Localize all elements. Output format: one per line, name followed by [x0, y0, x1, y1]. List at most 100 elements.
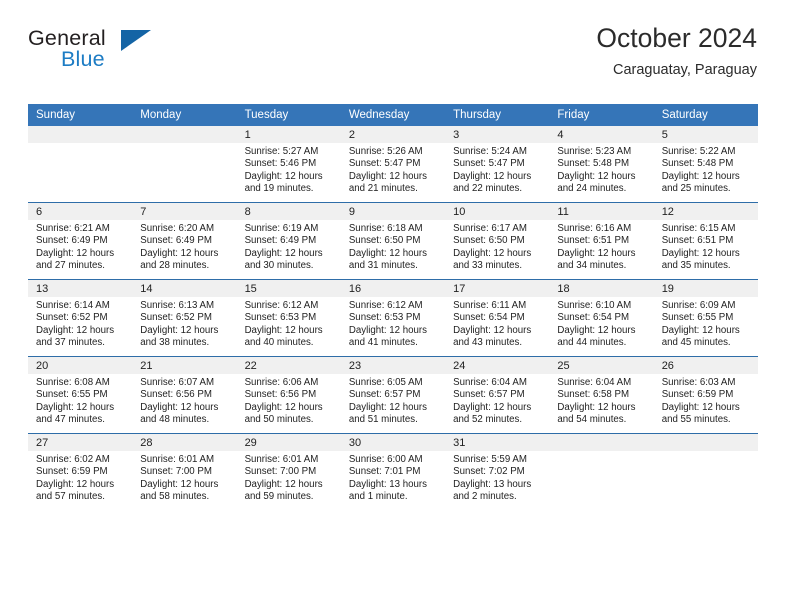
weekday-header-wednesday: Wednesday: [340, 104, 446, 126]
daylight-duration-line2: and 37 minutes.: [36, 336, 105, 348]
daylight-duration-line1: Daylight: 12 hours: [36, 324, 115, 336]
day-details: Sunrise: 6:17 AM Sunset: 6:50 PM Daylight:…: [445, 220, 549, 272]
daylight-duration-line2: and 38 minutes.: [140, 336, 210, 348]
daylight-duration-line2: and 24 minutes.: [557, 182, 627, 194]
calendar-day-cell[interactable]: 27 Sunrise: 6:02 AM Sunset: 6:59 PM Dayligh…: [28, 433, 133, 510]
sunrise-time: Sunrise: 6:18 AM: [348, 223, 423, 234]
logo[interactable]: General Blue: [28, 26, 158, 82]
day-cell-inner: 18 Sunrise: 6:10 AM Sunset: 6:54 PM Dayligh…: [549, 280, 654, 356]
daylight-duration-line1: Daylight: 12 hours: [557, 401, 636, 413]
weekday-header-monday: Monday: [132, 104, 237, 126]
calendar-day-cell[interactable]: 11 Sunrise: 6:16 AM Sunset: 6:51 PM Dayligh…: [549, 202, 654, 280]
day-details: Sunrise: 6:15 AM Sunset: 6:51 PM Daylight:…: [654, 220, 758, 272]
logo-text-blue: Blue: [61, 47, 105, 71]
calendar-day-cell[interactable]: 22 Sunrise: 6:06 AM Sunset: 6:56 PM Dayligh…: [236, 356, 341, 434]
calendar-day-cell[interactable]: 25 Sunrise: 6:04 AM Sunset: 6:58 PM Dayligh…: [549, 356, 654, 434]
daylight-duration-line2: and 54 minutes.: [557, 413, 627, 425]
day-number: 27: [28, 434, 133, 451]
daylight-duration-line1: Daylight: 12 hours: [244, 478, 323, 490]
calendar-day-cell[interactable]: 7 Sunrise: 6:20 AM Sunset: 6:49 PM Daylight…: [132, 202, 237, 280]
daylight-duration-line1: Daylight: 13 hours: [348, 478, 427, 490]
sunset-time: Sunset: 7:00 PM: [244, 466, 317, 478]
calendar-day-cell[interactable]: 15 Sunrise: 6:12 AM Sunset: 6:53 PM Dayligh…: [236, 279, 341, 357]
day-number: 16: [340, 280, 446, 297]
calendar-day-cell[interactable]: 13 Sunrise: 6:14 AM Sunset: 6:52 PM Dayligh…: [28, 279, 133, 357]
sunrise-time: Sunrise: 6:05 AM: [348, 377, 423, 388]
day-details: Sunrise: 6:16 AM Sunset: 6:51 PM Daylight:…: [549, 220, 653, 272]
day-details: Sunrise: 6:03 AM Sunset: 6:59 PM Daylight:…: [654, 374, 758, 426]
day-number: 28: [132, 434, 237, 451]
daylight-duration-line2: and 40 minutes.: [244, 336, 314, 348]
calendar-day-cell[interactable]: 9 Sunrise: 6:18 AM Sunset: 6:50 PM Daylight…: [340, 202, 446, 280]
daylight-duration-line1: Daylight: 12 hours: [244, 247, 323, 259]
calendar-day-cell[interactable]: 8 Sunrise: 6:19 AM Sunset: 6:49 PM Daylight…: [236, 202, 341, 280]
day-number: 22: [236, 357, 341, 374]
calendar-day-cell[interactable]: 21 Sunrise: 6:07 AM Sunset: 6:56 PM Dayligh…: [132, 356, 237, 434]
calendar-day-cell[interactable]: 26 Sunrise: 6:03 AM Sunset: 6:59 PM Dayligh…: [653, 356, 758, 434]
day-cell-inner: 4 Sunrise: 5:23 AM Sunset: 5:48 PM Daylight…: [549, 126, 654, 202]
sunrise-time: Sunrise: 6:01 AM: [244, 454, 319, 465]
sunset-time: Sunset: 5:47 PM: [453, 158, 525, 170]
weekday-header-saturday: Saturday: [653, 104, 758, 126]
calendar-day-cell[interactable]: 16 Sunrise: 6:12 AM Sunset: 6:53 PM Dayligh…: [340, 279, 446, 357]
weekday-header-thursday: Thursday: [445, 104, 550, 126]
daylight-duration-line2: and 25 minutes.: [661, 182, 731, 194]
sunset-time: Sunset: 6:53 PM: [244, 312, 317, 324]
calendar-day-cell[interactable]: 30 Sunrise: 6:00 AM Sunset: 7:01 PM Dayligh…: [340, 433, 446, 510]
day-cell-inner: 8 Sunrise: 6:19 AM Sunset: 6:49 PM Daylight…: [236, 203, 341, 279]
calendar-day-cell[interactable]: 31 Sunrise: 5:59 AM Sunset: 7:02 PM Dayligh…: [445, 433, 550, 510]
sunrise-time: Sunrise: 6:12 AM: [348, 300, 423, 311]
daylight-duration-line1: Daylight: 12 hours: [661, 247, 740, 259]
day-details: Sunrise: 6:19 AM Sunset: 6:49 PM Daylight:…: [237, 220, 341, 272]
daylight-duration-line1: Daylight: 12 hours: [557, 324, 636, 336]
sunset-time: Sunset: 6:55 PM: [36, 389, 108, 401]
calendar-day-cell[interactable]: 23 Sunrise: 6:05 AM Sunset: 6:57 PM Dayligh…: [340, 356, 446, 434]
daylight-duration-line2: and 57 minutes.: [36, 490, 105, 502]
sunrise-time: Sunrise: 5:26 AM: [348, 146, 423, 157]
sunrise-time: Sunrise: 6:08 AM: [36, 377, 110, 388]
day-details: Sunrise: 5:24 AM Sunset: 5:47 PM Daylight:…: [445, 143, 549, 195]
day-number: 25: [549, 357, 654, 374]
day-number: 9: [340, 203, 446, 220]
day-cell-inner: 23 Sunrise: 6:05 AM Sunset: 6:57 PM Dayligh…: [340, 357, 446, 433]
calendar-body: 1 Sunrise: 5:27 AM Sunset: 5:46 PM Daylight…: [28, 126, 758, 510]
page-title: October 2024: [596, 23, 757, 53]
day-details: Sunrise: 6:10 AM Sunset: 6:54 PM Daylight:…: [549, 297, 653, 349]
calendar-day-cell[interactable]: 1 Sunrise: 5:27 AM Sunset: 5:46 PM Daylight…: [236, 126, 341, 203]
calendar-week-row: 6 Sunrise: 6:21 AM Sunset: 6:49 PM Daylight…: [28, 202, 758, 280]
day-cell-inner: [28, 126, 133, 202]
sunset-time: Sunset: 6:59 PM: [36, 466, 108, 478]
day-number: 19: [653, 280, 758, 297]
calendar-day-cell[interactable]: 3 Sunrise: 5:24 AM Sunset: 5:47 PM Daylight…: [445, 126, 550, 203]
day-details: Sunrise: 6:04 AM Sunset: 6:58 PM Daylight:…: [549, 374, 653, 426]
calendar-day-cell[interactable]: 2 Sunrise: 5:26 AM Sunset: 5:47 PM Daylight…: [340, 126, 446, 203]
calendar-day-cell[interactable]: 14 Sunrise: 6:13 AM Sunset: 6:52 PM Dayligh…: [132, 279, 237, 357]
sunrise-time: Sunrise: 6:17 AM: [453, 223, 527, 234]
calendar-day-cell[interactable]: 6 Sunrise: 6:21 AM Sunset: 6:49 PM Daylight…: [28, 202, 133, 280]
calendar-day-cell-empty: [653, 433, 758, 510]
calendar-day-cell[interactable]: 29 Sunrise: 6:01 AM Sunset: 7:00 PM Dayligh…: [236, 433, 341, 510]
calendar-day-cell[interactable]: 12 Sunrise: 6:15 AM Sunset: 6:51 PM Dayligh…: [653, 202, 758, 280]
calendar-day-cell[interactable]: 10 Sunrise: 6:17 AM Sunset: 6:50 PM Dayligh…: [445, 202, 550, 280]
day-cell-inner: 26 Sunrise: 6:03 AM Sunset: 6:59 PM Dayligh…: [653, 357, 758, 433]
day-cell-inner: 9 Sunrise: 6:18 AM Sunset: 6:50 PM Daylight…: [340, 203, 446, 279]
day-details: Sunrise: 6:07 AM Sunset: 6:56 PM Daylight:…: [132, 374, 236, 426]
daylight-duration-line2: and 48 minutes.: [140, 413, 210, 425]
daylight-duration-line1: Daylight: 12 hours: [453, 170, 532, 182]
title-block: October 2024 Caraguatay, Paraguay: [596, 23, 757, 79]
daylight-duration-line1: Daylight: 12 hours: [244, 170, 323, 182]
day-details: Sunrise: 5:26 AM Sunset: 5:47 PM Daylight:…: [341, 143, 445, 195]
calendar-day-cell[interactable]: 17 Sunrise: 6:11 AM Sunset: 6:54 PM Dayligh…: [445, 279, 550, 357]
sunset-time: Sunset: 6:49 PM: [244, 235, 317, 247]
daylight-duration-line2: and 52 minutes.: [453, 413, 523, 425]
day-number: 13: [28, 280, 133, 297]
calendar-day-cell[interactable]: 28 Sunrise: 6:01 AM Sunset: 7:00 PM Dayligh…: [132, 433, 237, 510]
calendar-day-cell[interactable]: 24 Sunrise: 6:04 AM Sunset: 6:57 PM Dayligh…: [445, 356, 550, 434]
calendar-day-cell[interactable]: 18 Sunrise: 6:10 AM Sunset: 6:54 PM Dayligh…: [549, 279, 654, 357]
calendar-day-cell[interactable]: 19 Sunrise: 6:09 AM Sunset: 6:55 PM Dayligh…: [653, 279, 758, 357]
calendar-day-cell[interactable]: 20 Sunrise: 6:08 AM Sunset: 6:55 PM Dayligh…: [28, 356, 133, 434]
calendar-day-cell[interactable]: 4 Sunrise: 5:23 AM Sunset: 5:48 PM Daylight…: [549, 126, 654, 203]
sunrise-time: Sunrise: 6:14 AM: [36, 300, 110, 311]
calendar-day-cell[interactable]: 5 Sunrise: 5:22 AM Sunset: 5:48 PM Daylight…: [653, 126, 758, 203]
sunrise-time: Sunrise: 6:04 AM: [557, 377, 632, 388]
